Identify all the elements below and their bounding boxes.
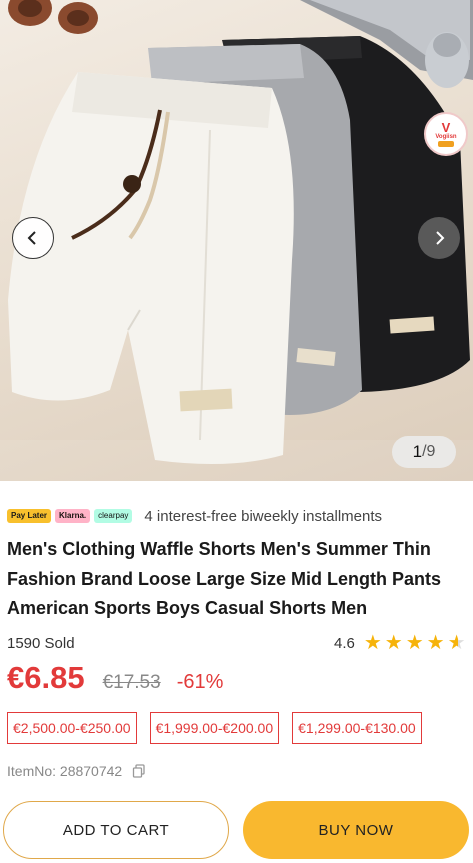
brand-badge-icon: V Vogiisn [424, 112, 468, 156]
product-photo [0, 0, 473, 481]
price-row: €6.85 €17.53 -61% [7, 660, 223, 696]
rating[interactable]: 4.6 ★ ★ ★ ★ ★ [334, 633, 466, 653]
copy-icon[interactable] [132, 764, 146, 778]
buy-now-button[interactable]: BUY NOW [243, 801, 469, 859]
brand-badge-text: Vogiisn [435, 133, 457, 140]
sold-count: 1590 Sold [7, 635, 75, 652]
image-counter-total: /9 [422, 443, 436, 460]
coupon-tier[interactable]: €1,299.00-€130.00 [292, 712, 422, 744]
product-image-gallery[interactable]: V Vogiisn 1 /9 [0, 0, 473, 481]
item-number: ItemNo: 28870742 [7, 763, 146, 779]
image-counter-current: 1 [412, 442, 423, 461]
add-to-cart-button[interactable]: ADD TO CART [3, 801, 229, 859]
star-icon: ★ [363, 632, 382, 654]
next-image-button[interactable] [418, 217, 460, 259]
installment-text: 4 interest-free biweekly installments [144, 507, 383, 525]
clearpay-badge: clearpay [94, 509, 133, 523]
chevron-left-icon [27, 231, 36, 245]
action-bar: ADD TO CART BUY NOW [0, 800, 473, 863]
coupon-tier[interactable]: €1,999.00-€200.00 [149, 712, 280, 744]
item-number-text: ItemNo: 28870742 [7, 763, 123, 779]
star-icon: ★ [405, 632, 424, 654]
half-star-icon: ★ [447, 632, 466, 654]
coupon-tiers: €2,500.00-€250.00 €1,999.00-€200.00 €1,2… [7, 712, 422, 744]
discount-percent: -61% [176, 671, 224, 693]
coupon-tier[interactable]: €2,500.00-€250.00 [7, 712, 137, 744]
paylater-badge: Pay Later [7, 509, 52, 523]
image-counter: 1 /9 [392, 436, 456, 468]
original-price: €17.53 [102, 672, 161, 693]
rating-value: 4.6 [334, 634, 355, 652]
installment-info[interactable]: Pay Later Klarna. clearpay 4 interest-fr… [7, 505, 382, 527]
previous-image-button[interactable] [12, 217, 54, 259]
chevron-right-icon [436, 231, 445, 245]
klarna-badge: Klarna. [55, 509, 91, 523]
star-icon: ★ [384, 632, 403, 654]
product-title: Men's Clothing Waffle Shorts Men's Summe… [7, 539, 442, 618]
star-icon: ★ [426, 632, 445, 654]
current-price: €6.85 [7, 660, 85, 695]
